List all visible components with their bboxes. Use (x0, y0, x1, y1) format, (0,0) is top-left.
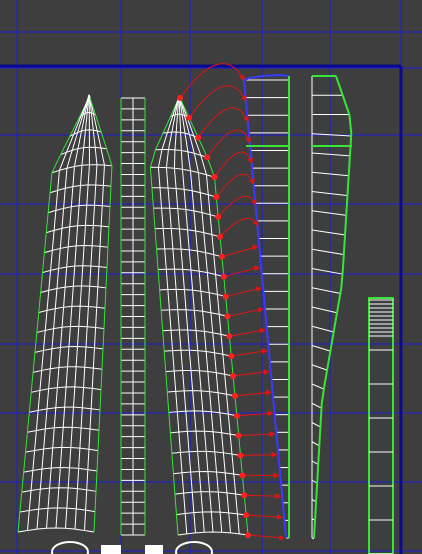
selection-border (243, 73, 290, 81)
uv-border-edge (89, 97, 113, 533)
mesh-edge (179, 96, 231, 533)
mesh-edge (311, 248, 345, 256)
selected-vertex (245, 532, 251, 538)
bottom-shell-block (101, 545, 121, 554)
selected-vertex (218, 253, 225, 260)
selected-vertex (233, 412, 240, 419)
selected-vertex (220, 273, 227, 280)
move-arrow (229, 327, 266, 337)
move-arrow (231, 348, 268, 357)
mesh-edge (74, 95, 98, 530)
selected-vertex (241, 492, 248, 499)
mesh-edge (17, 527, 95, 533)
center-strip-shell[interactable] (120, 97, 146, 536)
move-arrow (223, 265, 261, 278)
selected-vertex (195, 134, 202, 141)
mesh-edge (311, 402, 323, 409)
selected-vertex (177, 95, 183, 101)
selected-vertex (243, 512, 250, 519)
mesh-edge (311, 422, 321, 428)
move-arrow (221, 245, 259, 258)
move-arrow (240, 451, 278, 458)
mesh-edge (311, 325, 335, 333)
move-arrow (214, 151, 254, 178)
selected-vertex (226, 333, 233, 340)
selected-vertex (237, 452, 244, 459)
mesh-edge (311, 345, 332, 352)
selected-vertex (239, 472, 246, 479)
left-sleeve-shell[interactable] (17, 94, 113, 533)
bottom-shells[interactable] (51, 541, 213, 554)
move-arrow (219, 217, 259, 238)
mesh-edge (311, 268, 344, 275)
move-arrow (197, 107, 249, 138)
bottom-shell-ring (51, 541, 89, 554)
bottom-shell-ring (175, 541, 213, 554)
selected-vertex (213, 194, 220, 201)
mesh-edge (165, 97, 196, 533)
mesh-edge (311, 210, 347, 216)
mesh-edge (55, 94, 90, 529)
move-arrow (188, 85, 247, 119)
cuff-strip-shell[interactable] (368, 297, 394, 554)
selected-vertex (204, 154, 211, 161)
panel-shell[interactable] (243, 73, 290, 539)
move-arrow (238, 431, 276, 438)
mesh-edge (311, 152, 351, 157)
move-arrow (227, 307, 264, 317)
uv-editor-viewport[interactable] (0, 0, 422, 554)
selected-vertex (230, 372, 237, 379)
move-arrow (206, 129, 251, 158)
move-arrow (233, 369, 270, 377)
move-arrow (234, 389, 272, 397)
mesh-edge (311, 287, 342, 295)
move-arrow (217, 195, 257, 218)
move-arrow (247, 534, 285, 541)
selected-vertex (186, 114, 193, 121)
selected-vertex (211, 174, 218, 181)
uv-border-edge (17, 99, 89, 533)
selected-vertex (215, 213, 222, 220)
mesh-edge (311, 229, 346, 236)
mesh-edge (311, 383, 325, 390)
selected-vertex (217, 233, 224, 240)
selected-vertex (231, 392, 238, 399)
move-arrow (215, 173, 255, 198)
selected-vertex (228, 353, 235, 360)
mesh-edge (311, 306, 339, 314)
bottom-shell-block (145, 545, 163, 554)
selected-vertex (222, 293, 229, 300)
mesh-edge (311, 364, 329, 371)
move-arrow (244, 493, 282, 500)
selected-vertex (235, 432, 242, 439)
move-arrow (225, 286, 263, 297)
mesh-edge (177, 531, 249, 536)
back-panel-shell[interactable] (311, 75, 353, 540)
uv-grid (0, 0, 422, 554)
uv-border-edge (149, 99, 179, 536)
selected-vertex (224, 313, 231, 320)
move-arrow (246, 513, 284, 520)
mesh-edge (311, 537, 315, 540)
uv-canvas[interactable] (0, 0, 422, 554)
